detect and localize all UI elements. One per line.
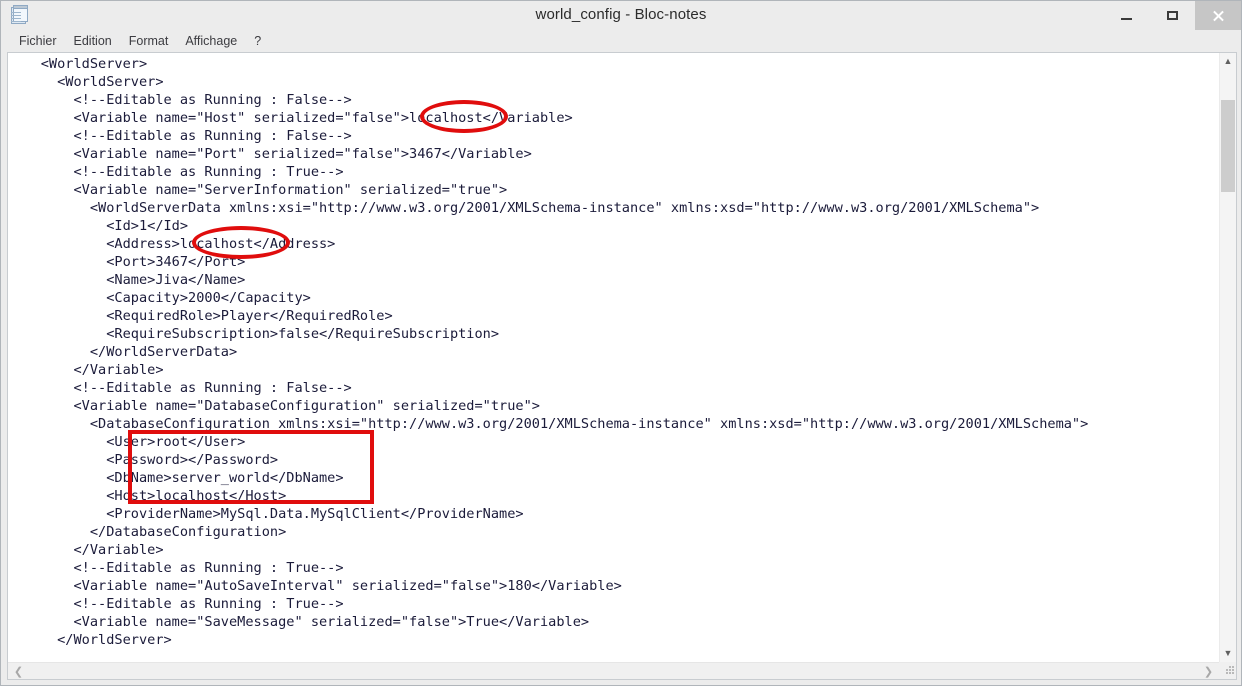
vertical-scrollbar[interactable]: ▲ ▼ [1219,53,1236,662]
chevron-down-icon[interactable]: ▼ [1220,645,1236,662]
notepad-window: world_config - Bloc-notes Fichier Editio… [0,0,1242,686]
maximize-button[interactable] [1149,1,1195,30]
title-bar: world_config - Bloc-notes [1,1,1241,30]
minimize-button[interactable] [1103,1,1149,30]
close-icon [1212,10,1224,22]
chevron-right-icon[interactable]: ❯ [1200,663,1217,679]
chevron-up-icon[interactable]: ▲ [1220,53,1236,70]
editor-client-area: <WorldServer> <WorldServer> <!--Editable… [7,52,1237,680]
horizontal-scrollbar[interactable]: ❮ ❯ [8,662,1219,679]
window-title: world_config - Bloc-notes [535,6,707,23]
editor-text[interactable]: <WorldServer> <WorldServer> <!--Editable… [8,55,1089,649]
minimize-icon [1120,17,1132,20]
menu-item-edition[interactable]: Edition [66,32,121,50]
menu-item-affichage[interactable]: Affichage [177,32,246,50]
text-surface[interactable]: <WorldServer> <WorldServer> <!--Editable… [8,53,1219,662]
menu-item-fichier[interactable]: Fichier [11,32,66,50]
menu-bar: Fichier Edition Format Affichage ? [1,30,1241,52]
close-button[interactable] [1195,1,1241,30]
window-controls [1103,1,1241,30]
maximize-icon [1166,11,1178,20]
resize-grip[interactable] [1219,662,1236,679]
menu-item-help[interactable]: ? [246,32,270,50]
chevron-left-icon[interactable]: ❮ [10,663,27,679]
vertical-scrollbar-thumb[interactable] [1221,100,1235,192]
menu-item-format[interactable]: Format [121,32,178,50]
